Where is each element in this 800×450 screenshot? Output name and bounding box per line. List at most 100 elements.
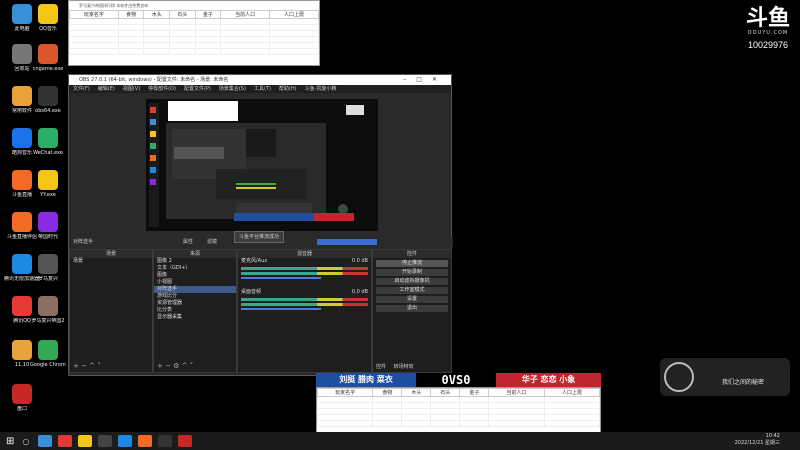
desktop-icon[interactable]: 帝国时代 xyxy=(30,212,66,240)
desktop-icon[interactable]: 罗马复兴帝国2 xyxy=(30,296,66,324)
menu-item[interactable]: 视图(V) xyxy=(123,86,140,92)
sources-list: 图像 2 文本（GDI+） 图像 小视图 对阵选手 游戏比分 资源管理器 比分表 显示器采集 xyxy=(154,258,236,321)
channel-level: 0.0 dB xyxy=(351,289,368,295)
controls-buttons: 停止推流开始录制启动虚拟摄像机 工作室模式设置退出 xyxy=(373,260,451,312)
obs-window[interactable]: OBS 27.0.1 (64-bit, windows) - 配置文件: 未命名… xyxy=(68,74,453,376)
source-item[interactable]: 比分表 xyxy=(154,307,236,314)
desktop-icon-label: 帝国时代 xyxy=(37,234,58,240)
properties-button[interactable]: 属性 xyxy=(183,237,193,247)
filters-button[interactable]: 滤镜 xyxy=(207,237,217,247)
menu-item[interactable]: 场景集合(S) xyxy=(219,86,246,92)
obs-title-bar[interactable]: OBS 27.0.1 (64-bit, windows) - 配置文件: 未命名… xyxy=(69,75,451,85)
app-icon xyxy=(38,212,58,232)
taskbar-app-icon[interactable] xyxy=(98,435,113,447)
control-button[interactable]: 启动虚拟摄像机 xyxy=(376,278,448,285)
taskbar-app-icon[interactable] xyxy=(118,435,133,447)
notification-text: 我们之间的秘密 xyxy=(722,379,765,386)
app-icon xyxy=(12,170,32,190)
desktop: 此电脑 QQ音乐 回收站 cngame.exe 常用软件 obs64.exe 酷狗音乐 WeC… xyxy=(0,0,800,450)
menu-item[interactable]: 配置文件(P) xyxy=(184,86,211,92)
desktop-icon[interactable]: 盘口 xyxy=(4,384,40,412)
column-header: 当前人口 xyxy=(488,388,545,397)
tab-transitions[interactable]: 转场特效 xyxy=(394,364,414,370)
obs-preview[interactable] xyxy=(146,99,378,231)
controls-tabs[interactable]: 控件 转场特效 xyxy=(376,363,414,370)
push-tooltip: 斗鱼平台推流成功 xyxy=(234,231,285,243)
mixer-channels: 麦克风/Aux 0.0 dB 桌面音频 0.0 dB xyxy=(238,258,371,310)
desktop-icon[interactable]: obs64.exe xyxy=(30,86,66,114)
mixer-header: 混音器 xyxy=(238,250,371,258)
app-icon xyxy=(38,4,58,24)
source-item[interactable]: 游戏比分 xyxy=(154,293,236,300)
scene-item[interactable]: 场景 xyxy=(70,258,152,265)
windows-start-icon[interactable]: ⊞ xyxy=(6,436,14,447)
controls-dock: 控件 停止推流开始录制启动虚拟摄像机 工作室模式设置退出 控件 转场特效 xyxy=(372,249,452,373)
preview-capture xyxy=(146,99,378,231)
scene-controls-bar: 对阵选手 属性 滤镜 斗鱼平台推流成功 xyxy=(69,231,453,247)
source-item[interactable]: 小视图 xyxy=(154,279,236,286)
menu-item[interactable]: 编辑(E) xyxy=(98,86,115,92)
source-toolbar[interactable]: + − ⚙ ^ ˅ xyxy=(157,362,193,370)
obs-title: OBS 27.0.1 (64-bit, windows) - 配置文件: 未命名… xyxy=(79,77,229,83)
menu-item[interactable]: 斗鱼-凯旋小精 xyxy=(305,86,337,92)
taskbar-app-icon[interactable] xyxy=(158,435,173,447)
scene-toolbar[interactable]: + − ^ ˅ xyxy=(73,362,101,370)
app-icon xyxy=(12,340,32,360)
window-controls[interactable]: –□✕ xyxy=(403,75,447,85)
source-item[interactable]: 对阵选手 xyxy=(154,286,236,293)
taskbar-app-icon[interactable] xyxy=(38,435,53,447)
column-header: 玩家名字 xyxy=(69,10,119,19)
team-right: 华子 恋恋 小象 xyxy=(496,373,601,387)
tab-controls[interactable]: 控件 xyxy=(376,364,386,370)
top-score-sheet[interactable]: 罗马复兴帝国排行榜 本软件由免费发布 玩家名字 食物 木头 石头 金子 当前人口 人口上限 xyxy=(68,0,320,66)
menu-item[interactable]: 工具(T) xyxy=(254,86,271,92)
volume-slider[interactable] xyxy=(241,308,321,310)
app-icon xyxy=(12,4,32,24)
menu-item[interactable]: 文件(F) xyxy=(73,86,90,92)
column-header: 金子 xyxy=(194,10,222,19)
volume-meter xyxy=(241,303,368,306)
source-item[interactable]: 显示器采集 xyxy=(154,314,236,321)
desktop-icon[interactable]: WeChat.exe xyxy=(30,128,66,156)
menu-item[interactable]: 停靠部件(D) xyxy=(148,86,176,92)
volume-slider[interactable] xyxy=(241,277,321,279)
control-button[interactable]: 开始录制 xyxy=(376,269,448,276)
source-item[interactable]: 图像 xyxy=(154,272,236,279)
room-id: 10029976 xyxy=(747,40,789,50)
desktop-icon[interactable]: Google Chrome xyxy=(30,340,66,368)
taskbar-app-icon[interactable] xyxy=(138,435,153,447)
column-header: 石头 xyxy=(169,10,196,19)
desktop-icon-label: YY.exe xyxy=(40,192,56,198)
douyu-watermark: 斗鱼 DOUYU.COM 10029976 xyxy=(740,8,796,51)
taskbar: ⊞ ○ 10:42 2022/12/21 星期三 xyxy=(0,432,800,450)
menu-item[interactable]: 帮助(H) xyxy=(279,86,297,92)
desktop-icon[interactable]: QQ音乐 xyxy=(30,4,66,32)
album-art-icon xyxy=(664,362,694,392)
music-notification[interactable]: 我们之间的秘密 xyxy=(660,358,790,396)
channel-name: 麦克风/Aux xyxy=(241,258,268,264)
taskbar-app-icon[interactable] xyxy=(78,435,93,447)
control-button[interactable]: 停止推流 xyxy=(376,260,448,267)
taskbar-app-icon[interactable] xyxy=(58,435,73,447)
app-icon xyxy=(12,44,32,64)
desktop-icon[interactable]: YY.exe xyxy=(30,170,66,198)
column-header: 人口上限 xyxy=(543,388,601,397)
source-item[interactable]: 文本（GDI+） xyxy=(154,265,236,272)
desktop-icon[interactable]: 罗马复兴 xyxy=(30,254,66,282)
volume-meter xyxy=(241,272,368,275)
control-button[interactable]: 工作室模式 xyxy=(376,287,448,294)
column-header: 玩家名字 xyxy=(316,388,374,397)
source-item[interactable]: 图像 2 xyxy=(154,258,236,265)
controls-header: 控件 xyxy=(373,250,451,258)
system-clock[interactable]: 10:42 2022/12/21 星期三 xyxy=(735,433,780,447)
source-item[interactable]: 资源管理器 xyxy=(154,300,236,307)
desktop-icon[interactable]: cngame.exe xyxy=(30,44,66,72)
column-header: 金子 xyxy=(459,388,490,397)
search-icon[interactable]: ○ xyxy=(22,437,29,446)
taskbar-app-icon[interactable] xyxy=(178,435,193,447)
column-header: 食物 xyxy=(372,388,403,397)
desktop-icon-label: 罗马复兴帝国2 xyxy=(31,318,65,324)
control-button[interactable]: 设置 xyxy=(376,296,448,303)
vs-banner: 刘挺 腊肉 菜衣 0VS0 华子 恋恋 小象 xyxy=(316,373,601,387)
control-button[interactable]: 退出 xyxy=(376,305,448,312)
